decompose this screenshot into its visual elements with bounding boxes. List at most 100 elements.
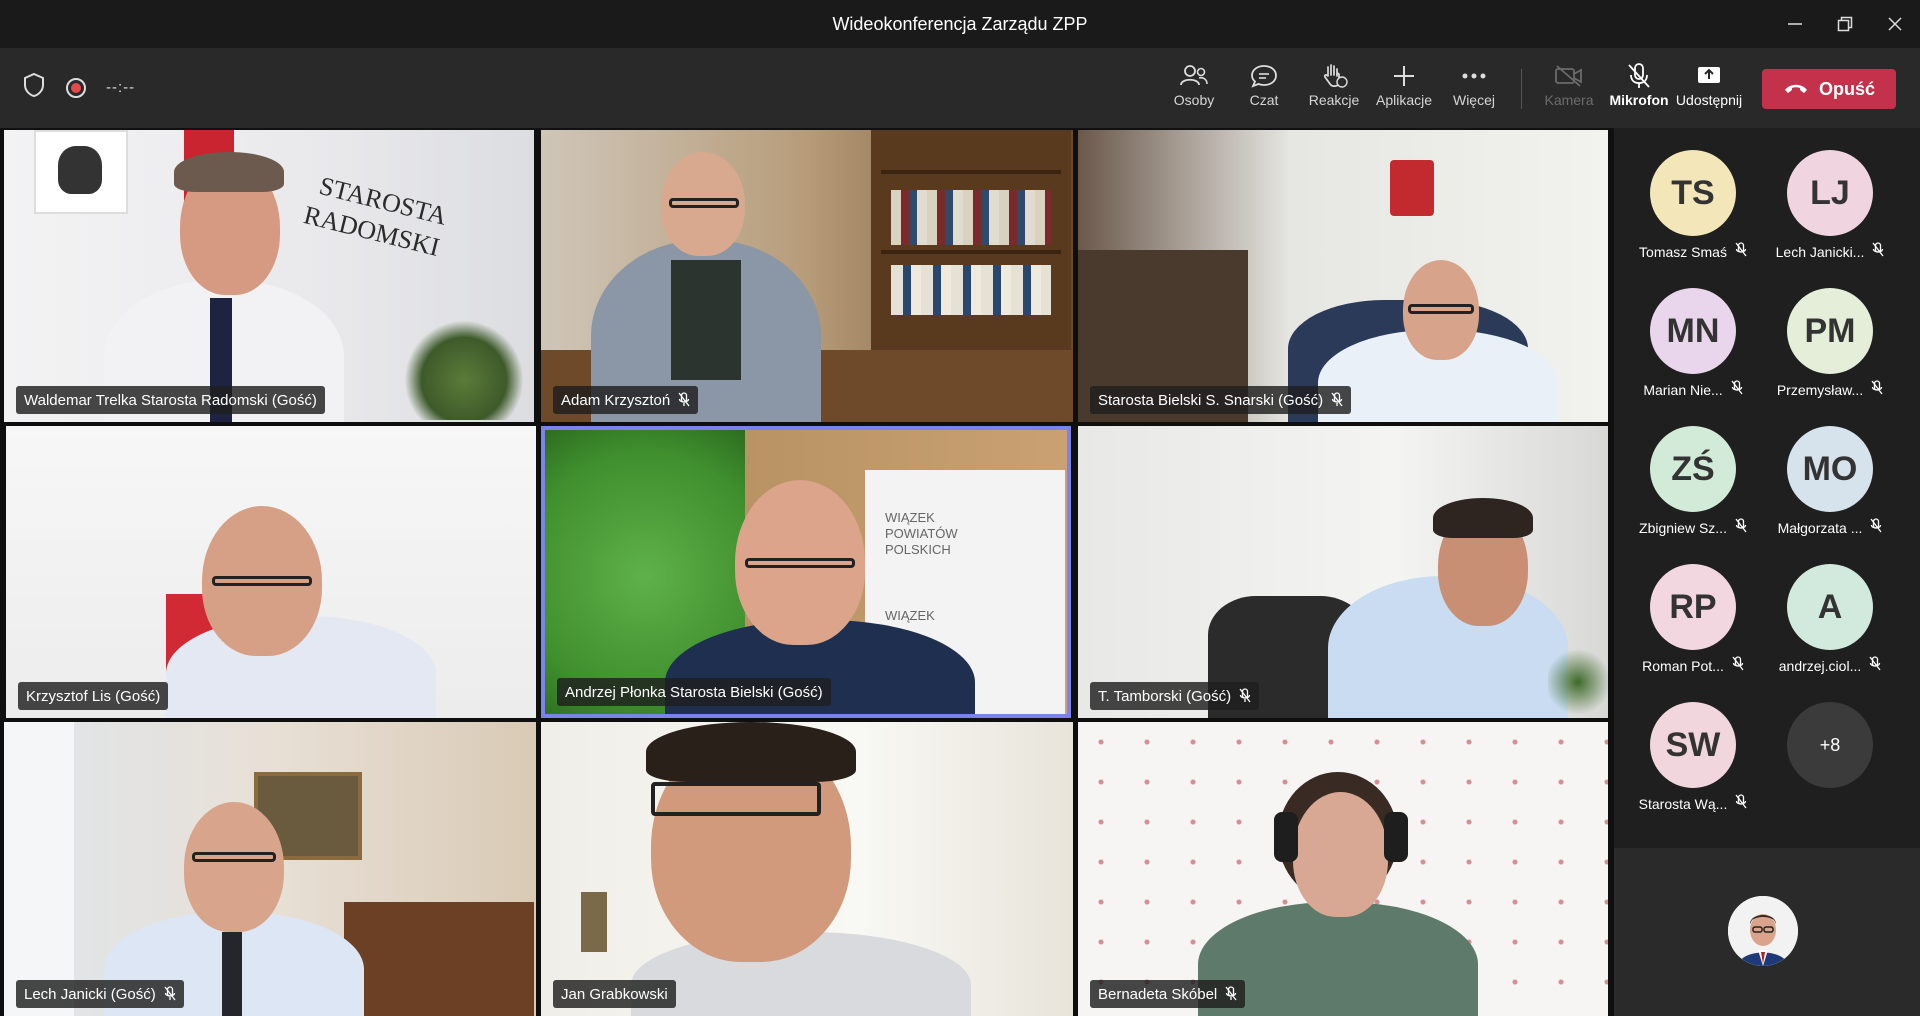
microphone-off-icon	[1225, 986, 1237, 1002]
microphone-off-icon	[1871, 380, 1883, 399]
emblem-image	[1390, 160, 1434, 216]
video-feed	[541, 722, 1073, 1016]
roster-participant[interactable]: A andrzej.ciol...	[1761, 550, 1901, 680]
participant-name: Waldemar Trelka Starosta Radomski (Gość)	[24, 391, 317, 409]
participant-name: Andrzej Płonka Starosta Bielski (Gość)	[565, 683, 823, 701]
microphone-button[interactable]: Mikrofon	[1604, 60, 1674, 118]
video-tile[interactable]: Lech Janicki (Gość)	[4, 722, 536, 1016]
microphone-off-icon	[1731, 380, 1743, 399]
roster-name: Marian Nie...	[1643, 381, 1723, 398]
plant-image	[404, 320, 524, 420]
microphone-off-icon	[1626, 60, 1652, 92]
banner-line: POLSKICH	[885, 542, 951, 557]
camera-label: Kamera	[1544, 92, 1594, 108]
roster-participant[interactable]: LJ Lech Janicki...	[1761, 136, 1901, 266]
participant-name-tag: Jan Grabkowski	[553, 980, 676, 1008]
participant-name: Starosta Bielski S. Snarski (Gość)	[1098, 391, 1324, 409]
video-tile[interactable]: Adam Krzysztoń	[541, 130, 1073, 422]
video-feed	[541, 130, 1073, 422]
chat-label: Czat	[1249, 92, 1279, 108]
microphone-off-icon	[1331, 392, 1343, 408]
roster-name: andrzej.ciol...	[1778, 657, 1862, 674]
avatar: TS	[1650, 150, 1736, 236]
banner-line: POWIATÓW	[885, 526, 958, 541]
video-feed: WIĄZEK POWIATÓW POLSKICH WIĄZEK	[545, 430, 1067, 714]
window	[4, 722, 74, 1016]
roster-name: Tomasz Smaś	[1639, 243, 1727, 260]
chat-icon	[1250, 60, 1278, 92]
reactions-label: Reakcje	[1308, 92, 1360, 108]
participant-face	[184, 802, 284, 932]
emblem-image	[34, 130, 128, 214]
avatar: MO	[1787, 426, 1873, 512]
people-label: Osoby	[1173, 92, 1215, 108]
wall-sign: STAROSTA RADOMSKI	[301, 170, 450, 264]
close-button[interactable]	[1870, 0, 1920, 48]
participant-name: Lech Janicki (Gość)	[24, 985, 156, 1003]
video-tile[interactable]: Bernadeta Skóbel	[1078, 722, 1608, 1016]
participant-name-tag: Bernadeta Skóbel	[1090, 980, 1246, 1008]
roster-participant[interactable]: RP Roman Pot...	[1624, 550, 1764, 680]
self-view-panel	[1614, 848, 1920, 1016]
apps-button[interactable]: Aplikacje	[1369, 60, 1439, 118]
video-feed: STAROSTA RADOMSKI	[4, 130, 534, 422]
self-avatar[interactable]	[1728, 896, 1798, 966]
reactions-button[interactable]: Reakcje	[1299, 60, 1369, 118]
video-grid: STAROSTA RADOMSKI Waldemar Trelka Staros…	[0, 128, 1610, 1016]
meeting-timer: --:--	[106, 79, 136, 96]
video-feed	[1078, 426, 1608, 718]
toolbar-divider	[1521, 69, 1522, 109]
video-tile[interactable]: T. Tamborski (Gość)	[1078, 426, 1608, 718]
microphone-off-icon	[1870, 518, 1882, 537]
share-label: Udostępnij	[1675, 92, 1743, 108]
video-tile[interactable]: STAROSTA RADOMSKI Waldemar Trelka Staros…	[4, 130, 534, 422]
shield-icon[interactable]	[22, 72, 46, 103]
microphone-off-icon	[164, 986, 176, 1002]
people-icon	[1179, 60, 1209, 92]
share-button[interactable]: Udostępnij	[1674, 60, 1744, 118]
video-tile[interactable]: Krzysztof Lis (Gość)	[6, 426, 536, 718]
restore-button[interactable]	[1820, 0, 1870, 48]
more-button[interactable]: Więcej	[1439, 60, 1509, 118]
video-tile[interactable]: Starosta Bielski S. Snarski (Gość)	[1078, 130, 1608, 422]
roster-participant[interactable]: ZŚ Zbigniew Sz...	[1624, 412, 1764, 542]
leave-button[interactable]: Opuść	[1762, 69, 1896, 109]
camera-off-icon	[1554, 60, 1584, 92]
tie	[222, 932, 242, 1016]
chat-button[interactable]: Czat	[1229, 60, 1299, 118]
more-icon	[1461, 60, 1487, 92]
roster-name: Zbigniew Sz...	[1639, 519, 1727, 536]
people-button[interactable]: Osoby	[1159, 60, 1229, 118]
cabinet	[344, 902, 534, 1016]
avatar: RP	[1650, 564, 1736, 650]
plant-image	[1548, 646, 1608, 718]
meeting-toolbar: --:-- Osoby Czat Reakcje Aplikacje Więce…	[0, 48, 1920, 129]
avatar: LJ	[1787, 150, 1873, 236]
participant-name: T. Tamborski (Gość)	[1098, 687, 1232, 705]
participant-name-tag: T. Tamborski (Gość)	[1090, 682, 1260, 710]
roster-participant[interactable]: SW Starosta Wą...	[1624, 688, 1764, 818]
minimize-icon	[1788, 23, 1802, 25]
leave-label: Opuść	[1818, 78, 1875, 99]
roster-participant[interactable]: MN Marian Nie...	[1624, 274, 1764, 404]
toolbar-actions: Osoby Czat Reakcje Aplikacje Więcej Kame…	[1159, 60, 1896, 118]
more-participants-button[interactable]: +8	[1761, 688, 1901, 818]
banner-line: WIĄZEK	[885, 510, 935, 525]
picture-frame	[581, 892, 607, 952]
participant-roster: TS Tomasz Smaś LJ Lech Janicki... MN Mar…	[1614, 128, 1920, 848]
microphone-label: Mikrofon	[1609, 92, 1669, 108]
headset	[1384, 812, 1408, 862]
video-tile[interactable]: Jan Grabkowski	[541, 722, 1073, 1016]
participant-name: Bernadeta Skóbel	[1098, 985, 1218, 1003]
roster-participant[interactable]: PM Przemysław...	[1761, 274, 1901, 404]
minimize-button[interactable]	[1770, 0, 1820, 48]
avatar: A	[1787, 564, 1873, 650]
roster-participant[interactable]: MO Małgorzata ...	[1761, 412, 1901, 542]
video-feed	[1078, 130, 1608, 422]
roster-participant[interactable]: TS Tomasz Smaś	[1624, 136, 1764, 266]
participant-name-tag: Adam Krzysztoń	[553, 386, 699, 414]
video-tile-active-speaker[interactable]: WIĄZEK POWIATÓW POLSKICH WIĄZEK Andrzej …	[541, 426, 1071, 718]
participant-name: Jan Grabkowski	[561, 985, 668, 1003]
camera-button[interactable]: Kamera	[1534, 60, 1604, 118]
raise-hand-icon	[1320, 60, 1348, 92]
